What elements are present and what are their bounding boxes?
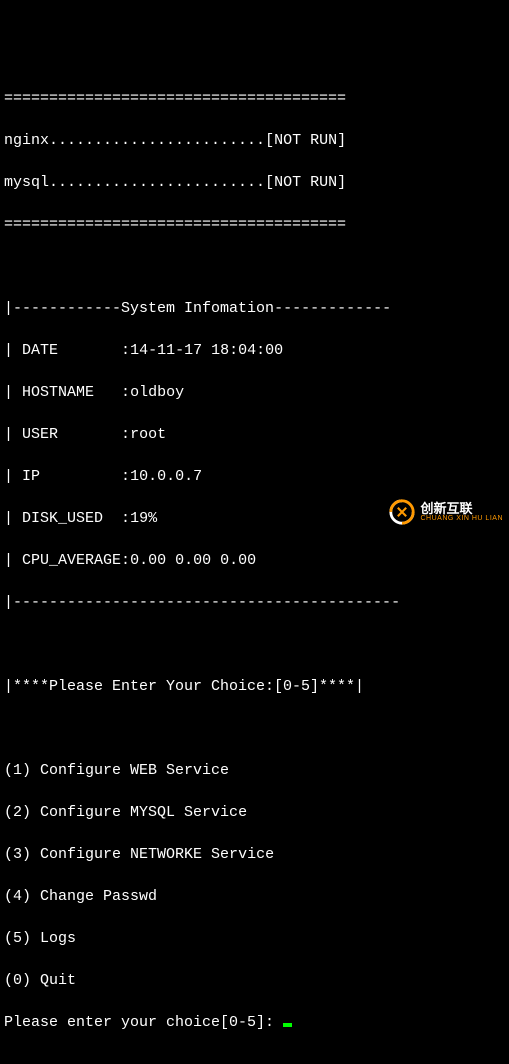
sysinfo-row: | CPU_AVERAGE:0.00 0.00 0.00 [4, 550, 505, 571]
service-dots: ........................ [49, 174, 265, 191]
watermark-en: CHUANG XIN HU LIAN [420, 515, 503, 522]
service-status: [NOT RUN] [265, 174, 346, 191]
cursor-icon [283, 1023, 292, 1027]
sysinfo-value: 19% [130, 510, 157, 527]
watermark-text: 创新互联 CHUANG XIN HU LIAN [420, 502, 503, 522]
sysinfo-label: DISK_USED [22, 510, 103, 527]
service-name: nginx [4, 132, 49, 149]
service-row: nginx........................[NOT RUN] [4, 130, 505, 151]
sysinfo-row: | IP :10.0.0.7 [4, 466, 505, 487]
menu-item[interactable]: (1) Configure WEB Service [4, 760, 505, 781]
sysinfo-value: 14-11-17 18:04:00 [130, 342, 283, 359]
sysinfo-header: |------------System Infomation----------… [4, 298, 505, 319]
sysinfo-value: oldboy [130, 384, 184, 401]
blank-line [4, 256, 505, 277]
top-divider: ====================================== [4, 88, 505, 109]
menu-label: Configure WEB Service [40, 762, 229, 779]
menu-num: (1) [4, 762, 31, 779]
watermark-cn: 创新互联 [420, 502, 503, 515]
sysinfo-value: root [130, 426, 166, 443]
sysinfo-row: | HOSTNAME :oldboy [4, 382, 505, 403]
sysinfo-bottom-dash: |---------------------------------------… [4, 592, 505, 613]
mid-divider: ====================================== [4, 214, 505, 235]
menu-item[interactable]: (4) Change Passwd [4, 886, 505, 907]
menu-label: Configure MYSQL Service [40, 804, 247, 821]
menu-num: (2) [4, 804, 31, 821]
blank-line [4, 718, 505, 739]
service-row: mysql........................[NOT RUN] [4, 172, 505, 193]
menu-item[interactable]: (3) Configure NETWORKE Service [4, 844, 505, 865]
menu-label: Logs [40, 930, 76, 947]
sysinfo-label: USER [22, 426, 58, 443]
menu-label: Configure NETWORKE Service [40, 846, 274, 863]
blank-line [4, 634, 505, 655]
menu-item[interactable]: (5) Logs [4, 928, 505, 949]
choice-header: |****Please Enter Your Choice:[0-5]****| [4, 676, 505, 697]
menu-item[interactable]: (0) Quit [4, 970, 505, 991]
sysinfo-row: | USER :root [4, 424, 505, 445]
watermark: 创新互联 CHUANG XIN HU LIAN [388, 498, 503, 526]
menu-num: (4) [4, 888, 31, 905]
sysinfo-row: | DATE :14-11-17 18:04:00 [4, 340, 505, 361]
watermark-logo-icon [388, 498, 416, 526]
menu-item[interactable]: (2) Configure MYSQL Service [4, 802, 505, 823]
sysinfo-label: IP [22, 468, 40, 485]
menu-num: (0) [4, 972, 31, 989]
prompt-text: Please enter your choice[0-5]: [4, 1014, 283, 1031]
menu-num: (3) [4, 846, 31, 863]
sysinfo-title: System Infomation [121, 300, 274, 317]
service-name: mysql [4, 174, 49, 191]
menu-label: Quit [40, 972, 76, 989]
sysinfo-label: HOSTNAME [22, 384, 94, 401]
prompt-line[interactable]: Please enter your choice[0-5]: [4, 1012, 505, 1033]
service-status: [NOT RUN] [265, 132, 346, 149]
menu-num: (5) [4, 930, 31, 947]
sysinfo-label: DATE [22, 342, 58, 359]
menu-label: Change Passwd [40, 888, 157, 905]
sysinfo-label: CPU_AVERAGE [22, 552, 121, 569]
service-dots: ........................ [49, 132, 265, 149]
sysinfo-value: 0.00 0.00 0.00 [130, 552, 256, 569]
sysinfo-value: 10.0.0.7 [130, 468, 202, 485]
